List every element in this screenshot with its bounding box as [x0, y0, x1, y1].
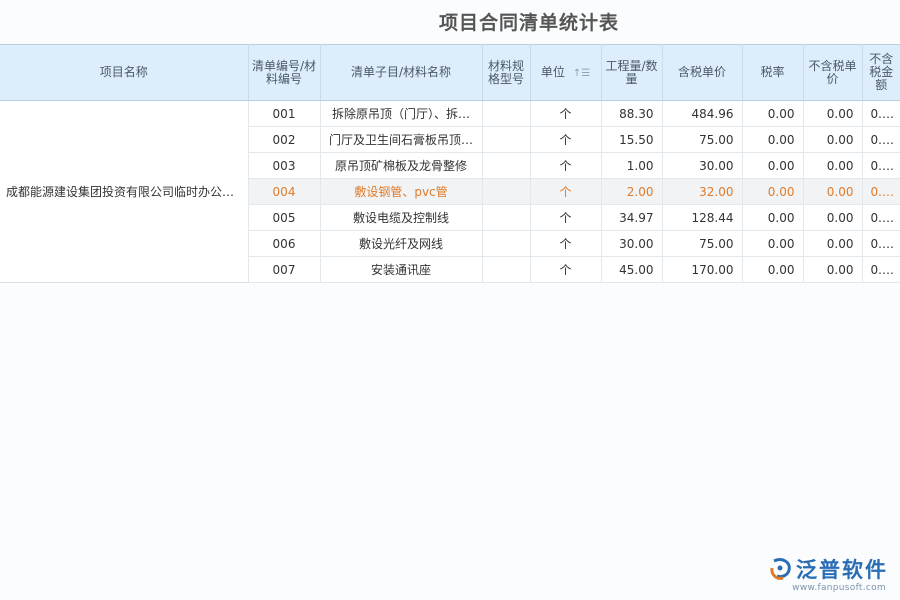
- column-header-price[interactable]: 含税单价: [662, 45, 742, 101]
- column-header-qty[interactable]: 工程量/数量: [601, 45, 662, 101]
- row-code-cell[interactable]: 002: [248, 127, 320, 153]
- table-row[interactable]: 成都能源建设集团投资有限公司临时办公…001拆除原吊顶（门厅）、拆…个88.30…: [0, 101, 900, 127]
- row-spec-cell[interactable]: [482, 257, 530, 283]
- table-header-row: 项目名称 清单编号/材料编号 清单子目/材料名称 材料规格型号 单位↑☰ 工程量…: [0, 45, 900, 101]
- column-header-net-price[interactable]: 不含税单价: [803, 45, 862, 101]
- row-net-price-cell[interactable]: 0.00: [803, 205, 862, 231]
- row-qty-cell[interactable]: 88.30: [601, 101, 662, 127]
- row-name-cell[interactable]: 敷设电缆及控制线: [320, 205, 482, 231]
- row-unit-cell[interactable]: 个: [530, 179, 601, 205]
- logo-text: 泛普软件: [796, 554, 888, 584]
- page-title: 项目合同清单统计表: [0, 8, 900, 35]
- row-code-cell[interactable]: 006: [248, 231, 320, 257]
- column-header-spec[interactable]: 材料规格型号: [482, 45, 530, 101]
- row-unit-cell[interactable]: 个: [530, 231, 601, 257]
- brand-logo: 泛普软件: [768, 554, 888, 584]
- row-net-price-cell[interactable]: 0.00: [803, 127, 862, 153]
- row-net-amount-cell[interactable]: 0.00: [862, 153, 900, 179]
- row-spec-cell[interactable]: [482, 205, 530, 231]
- row-net-price-cell[interactable]: 0.00: [803, 257, 862, 283]
- row-rate-cell[interactable]: 0.00: [742, 231, 803, 257]
- row-net-amount-cell[interactable]: 0.00: [862, 179, 900, 205]
- row-name-cell[interactable]: 拆除原吊顶（门厅）、拆…: [320, 101, 482, 127]
- row-price-cell[interactable]: 30.00: [662, 153, 742, 179]
- row-price-cell[interactable]: 128.44: [662, 205, 742, 231]
- row-price-cell[interactable]: 484.96: [662, 101, 742, 127]
- row-net-amount-cell[interactable]: 0.00: [862, 231, 900, 257]
- row-name-cell[interactable]: 安装通讯座: [320, 257, 482, 283]
- column-header-net-amount[interactable]: 不含税金额: [862, 45, 900, 101]
- row-unit-cell[interactable]: 个: [530, 205, 601, 231]
- row-rate-cell[interactable]: 0.00: [742, 153, 803, 179]
- row-price-cell[interactable]: 170.00: [662, 257, 742, 283]
- column-header-rate[interactable]: 税率: [742, 45, 803, 101]
- column-header-name[interactable]: 清单子目/材料名称: [320, 45, 482, 101]
- row-unit-cell[interactable]: 个: [530, 257, 601, 283]
- row-code-cell[interactable]: 001: [248, 101, 320, 127]
- row-price-cell[interactable]: 75.00: [662, 231, 742, 257]
- row-net-price-cell[interactable]: 0.00: [803, 231, 862, 257]
- row-spec-cell[interactable]: [482, 101, 530, 127]
- column-header-unit[interactable]: 单位↑☰: [530, 45, 601, 101]
- contract-list-table: 项目名称 清单编号/材料编号 清单子目/材料名称 材料规格型号 单位↑☰ 工程量…: [0, 44, 900, 283]
- row-price-cell[interactable]: 75.00: [662, 127, 742, 153]
- row-rate-cell[interactable]: 0.00: [742, 179, 803, 205]
- sort-icon[interactable]: ↑☰: [573, 67, 590, 80]
- row-qty-cell[interactable]: 34.97: [601, 205, 662, 231]
- row-name-cell[interactable]: 敷设光纤及网线: [320, 231, 482, 257]
- row-rate-cell[interactable]: 0.00: [742, 127, 803, 153]
- row-spec-cell[interactable]: [482, 153, 530, 179]
- row-net-price-cell[interactable]: 0.00: [803, 153, 862, 179]
- row-unit-cell[interactable]: 个: [530, 127, 601, 153]
- row-code-cell[interactable]: 003: [248, 153, 320, 179]
- row-name-cell[interactable]: 原吊顶矿棉板及龙骨整修: [320, 153, 482, 179]
- row-unit-cell[interactable]: 个: [530, 101, 601, 127]
- column-header-project[interactable]: 项目名称: [0, 45, 248, 101]
- row-spec-cell[interactable]: [482, 127, 530, 153]
- fanpu-logo-icon: [768, 556, 794, 582]
- row-spec-cell[interactable]: [482, 179, 530, 205]
- row-net-amount-cell[interactable]: 0.00: [862, 205, 900, 231]
- row-qty-cell[interactable]: 1.00: [601, 153, 662, 179]
- row-code-cell[interactable]: 007: [248, 257, 320, 283]
- row-code-cell[interactable]: 004: [248, 179, 320, 205]
- row-name-cell[interactable]: 门厅及卫生间石膏板吊顶…: [320, 127, 482, 153]
- row-net-amount-cell[interactable]: 0.00: [862, 101, 900, 127]
- row-rate-cell[interactable]: 0.00: [742, 205, 803, 231]
- row-net-price-cell[interactable]: 0.00: [803, 179, 862, 205]
- row-price-cell[interactable]: 32.00: [662, 179, 742, 205]
- row-name-cell[interactable]: 敷设钢管、pvc管: [320, 179, 482, 205]
- row-qty-cell[interactable]: 30.00: [601, 231, 662, 257]
- row-qty-cell[interactable]: 45.00: [601, 257, 662, 283]
- row-net-price-cell[interactable]: 0.00: [803, 101, 862, 127]
- project-name-cell[interactable]: 成都能源建设集团投资有限公司临时办公…: [0, 101, 248, 283]
- row-unit-cell[interactable]: 个: [530, 153, 601, 179]
- row-net-amount-cell[interactable]: 0.00: [862, 257, 900, 283]
- column-header-code[interactable]: 清单编号/材料编号: [248, 45, 320, 101]
- row-spec-cell[interactable]: [482, 231, 530, 257]
- row-net-amount-cell[interactable]: 0.00: [862, 127, 900, 153]
- logo-url: www.fanpusoft.com: [792, 583, 886, 593]
- row-rate-cell[interactable]: 0.00: [742, 101, 803, 127]
- row-rate-cell[interactable]: 0.00: [742, 257, 803, 283]
- row-code-cell[interactable]: 005: [248, 205, 320, 231]
- row-qty-cell[interactable]: 2.00: [601, 179, 662, 205]
- row-qty-cell[interactable]: 15.50: [601, 127, 662, 153]
